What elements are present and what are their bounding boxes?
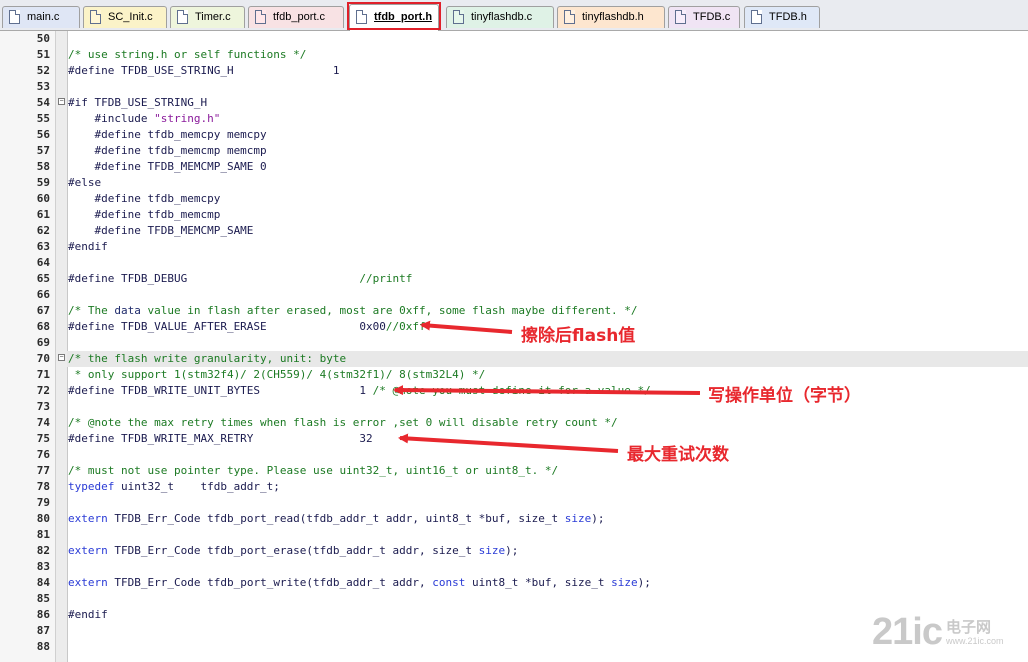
annotation-arrows [393,320,701,453]
arrow-erase-value [420,320,513,334]
watermark-cn: 电子网 [946,618,992,636]
annotation-erase-value: 擦除后flash值 [521,326,636,346]
arrow-max-retry [398,433,619,453]
watermark-url: www.21ic.com [946,636,1004,646]
arrow-write-unit [393,385,701,396]
annotation-write-unit: 写操作单位（字节） [708,386,861,406]
watermark-brand: 21ic [872,611,943,653]
annotation-max-retry: 最大重试次数 [627,445,729,465]
watermark-logo: 21ic 电子网 www.21ic.com [872,612,1022,658]
